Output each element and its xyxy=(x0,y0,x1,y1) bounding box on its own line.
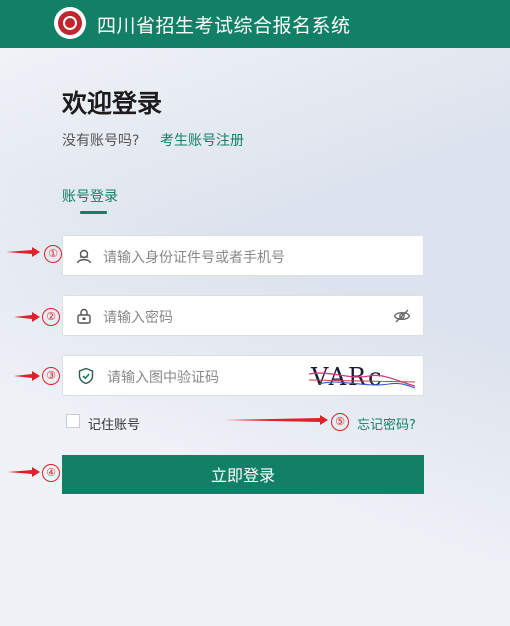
id-phone-placeholder: 请输入身份证件号或者手机号 xyxy=(103,250,285,266)
top-header: 四川省招生考试综合报名系统 xyxy=(0,0,510,48)
annotation-arrow-5 xyxy=(224,415,328,425)
annotation-arrow-4 xyxy=(8,467,40,477)
shield-icon xyxy=(78,367,94,385)
password-field[interactable]: 请输入密码 xyxy=(62,295,424,336)
register-link[interactable]: 考生账号注册 xyxy=(160,130,244,150)
tab-active-indicator xyxy=(80,211,107,214)
annotation-marker-2: ② xyxy=(42,308,60,326)
forgot-password-link[interactable]: 忘记密码? xyxy=(357,414,416,433)
remember-checkbox[interactable] xyxy=(66,414,80,428)
user-icon xyxy=(76,249,92,264)
no-account-text: 没有账号吗? xyxy=(62,133,140,149)
annotation-marker-5: ⑤ xyxy=(331,413,349,431)
captcha-image[interactable]: VARc xyxy=(309,360,415,392)
id-phone-field[interactable]: 请输入身份证件号或者手机号 xyxy=(62,235,424,276)
system-title: 四川省招生考试综合报名系统 xyxy=(97,15,351,37)
captcha-text: VARc xyxy=(310,363,384,391)
login-button[interactable]: 立即登录 xyxy=(62,455,424,494)
annotation-arrow-3 xyxy=(14,371,40,381)
password-placeholder: 请输入密码 xyxy=(103,310,173,326)
annotation-arrow-1 xyxy=(6,247,40,257)
welcome-title: 欢迎登录 xyxy=(62,89,163,118)
annotation-marker-3: ③ xyxy=(42,367,60,385)
captcha-placeholder: 请输入图中验证码 xyxy=(107,370,219,386)
annotation-marker-1: ① xyxy=(44,245,62,263)
logo xyxy=(54,7,86,39)
annotation-arrow-2 xyxy=(14,312,40,322)
logo-emblem-icon xyxy=(58,11,82,35)
lock-icon xyxy=(77,308,91,324)
annotation-marker-4: ④ xyxy=(42,464,60,482)
captcha-field[interactable]: 请输入图中验证码 VARc xyxy=(62,355,424,396)
eye-off-icon[interactable] xyxy=(393,307,411,325)
tab-account-login[interactable]: 账号登录 xyxy=(62,186,118,206)
remember-label: 记住账号 xyxy=(88,418,141,433)
